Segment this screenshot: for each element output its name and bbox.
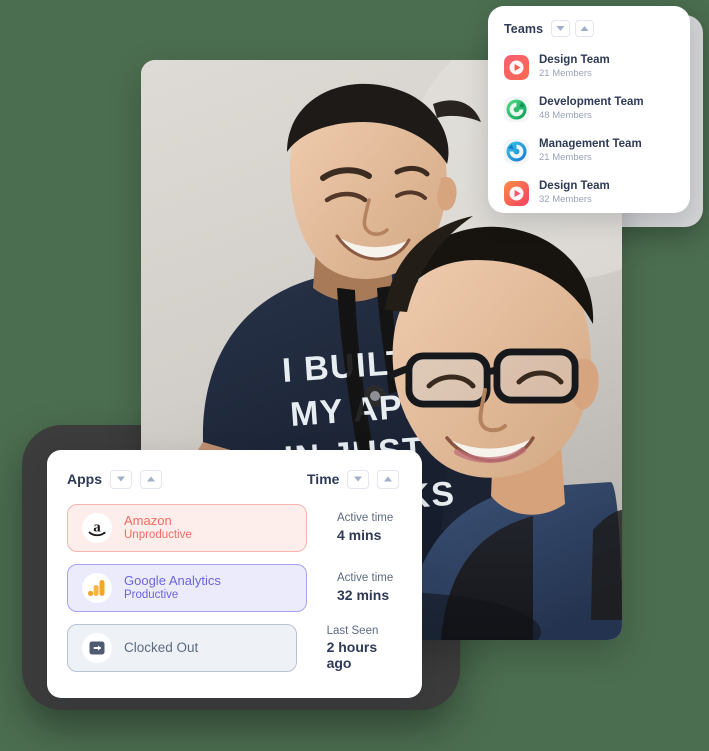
app-usage-row: a Amazon Unproductive Active time 4 mins bbox=[47, 504, 422, 552]
team-name: Management Team bbox=[539, 138, 642, 151]
caret-up-icon bbox=[580, 26, 589, 31]
apps-panel-header: Apps Time bbox=[47, 466, 422, 492]
app-usage-row: Clocked Out Last Seen 2 hours ago bbox=[47, 624, 422, 672]
refresh-blue-icon bbox=[504, 138, 529, 164]
app-pill-amazon[interactable]: a Amazon Unproductive bbox=[67, 504, 307, 552]
app-productivity-status: Unproductive bbox=[124, 529, 192, 542]
team-item-text: Design Team 21 Members bbox=[539, 54, 610, 79]
logout-arrow-icon bbox=[82, 633, 112, 663]
apps-column-label: Apps bbox=[67, 471, 102, 487]
teams-sort-controls bbox=[551, 20, 595, 37]
time-metric-label: Active time bbox=[337, 572, 394, 585]
team-list-item[interactable]: Management Team 21 Members bbox=[504, 130, 676, 172]
apps-sort-desc-button[interactable] bbox=[110, 469, 132, 489]
caret-up-icon bbox=[384, 476, 393, 482]
caret-up-icon bbox=[147, 476, 155, 482]
teams-panel: Teams Design Team 21 Members Development… bbox=[488, 6, 690, 213]
app-pill-text: Google Analytics Productive bbox=[124, 573, 221, 603]
team-member-count: 21 Members bbox=[539, 151, 592, 163]
time-column-label: Time bbox=[307, 471, 340, 487]
team-name: Design Team bbox=[539, 54, 610, 67]
app-name: Clocked Out bbox=[124, 639, 199, 655]
app-productivity-status: Productive bbox=[124, 589, 179, 602]
app-pill-text: Amazon Unproductive bbox=[124, 513, 192, 543]
caret-down-icon bbox=[117, 476, 125, 482]
time-sort-desc-button[interactable] bbox=[347, 469, 370, 489]
teams-title: Teams bbox=[504, 21, 544, 36]
team-name: Development Team bbox=[539, 96, 644, 109]
refresh-green-icon bbox=[504, 96, 529, 122]
teams-panel-header: Teams bbox=[504, 20, 676, 37]
team-member-count: 21 Members bbox=[539, 67, 592, 79]
scene-root: I BUILT MY APP IN JUST 9 WEEKS bbox=[0, 0, 709, 751]
app-name: Amazon bbox=[124, 512, 172, 528]
apps-column-header: Apps bbox=[67, 469, 307, 489]
time-metric-label: Last Seen bbox=[326, 624, 379, 637]
google-analytics-icon bbox=[82, 573, 112, 603]
play-app-icon bbox=[504, 54, 529, 80]
teams-sort-asc-button[interactable] bbox=[575, 20, 595, 37]
app-usage-row: Google Analytics Productive Active time … bbox=[47, 564, 422, 612]
team-name: Design Team bbox=[539, 180, 610, 193]
team-item-text: Design Team 32 Members bbox=[539, 180, 610, 205]
app-pill-clocked-out[interactable]: Clocked Out bbox=[67, 624, 297, 672]
app-time-cell: Last Seen 2 hours ago bbox=[297, 625, 402, 671]
caret-down-icon bbox=[354, 476, 363, 482]
time-metric-value: 4 mins bbox=[337, 527, 382, 544]
apps-sort-asc-button[interactable] bbox=[140, 469, 162, 489]
app-name: Google Analytics bbox=[124, 572, 221, 588]
time-metric-value: 2 hours ago bbox=[326, 639, 378, 671]
play-app-icon bbox=[504, 180, 529, 206]
amazon-logo-icon: a bbox=[82, 513, 112, 543]
team-list-item[interactable]: Development Team 48 Members bbox=[504, 88, 676, 130]
app-pill-text: Clocked Out bbox=[124, 640, 198, 656]
time-metric-value: 32 mins bbox=[337, 587, 390, 604]
team-member-count: 32 Members bbox=[539, 193, 592, 205]
teams-sort-desc-button[interactable] bbox=[551, 20, 571, 37]
app-time-cell: Active time 4 mins bbox=[307, 512, 393, 543]
app-time-cell: Active time 32 mins bbox=[307, 572, 393, 603]
team-item-text: Development Team 48 Members bbox=[539, 96, 644, 121]
time-column-header: Time bbox=[307, 469, 400, 489]
time-sort-asc-button[interactable] bbox=[377, 469, 400, 489]
caret-down-icon bbox=[556, 26, 565, 31]
team-list-item[interactable]: Design Team 32 Members bbox=[504, 172, 676, 214]
apps-panel: Apps Time a Amazon Unproductive Active t… bbox=[47, 450, 422, 698]
team-member-count: 48 Members bbox=[539, 109, 592, 121]
team-list-item[interactable]: Design Team 21 Members bbox=[504, 46, 676, 88]
app-pill-google-analytics[interactable]: Google Analytics Productive bbox=[67, 564, 307, 612]
svg-text:a: a bbox=[93, 520, 101, 536]
team-item-text: Management Team 21 Members bbox=[539, 138, 642, 163]
time-metric-label: Active time bbox=[337, 512, 394, 525]
